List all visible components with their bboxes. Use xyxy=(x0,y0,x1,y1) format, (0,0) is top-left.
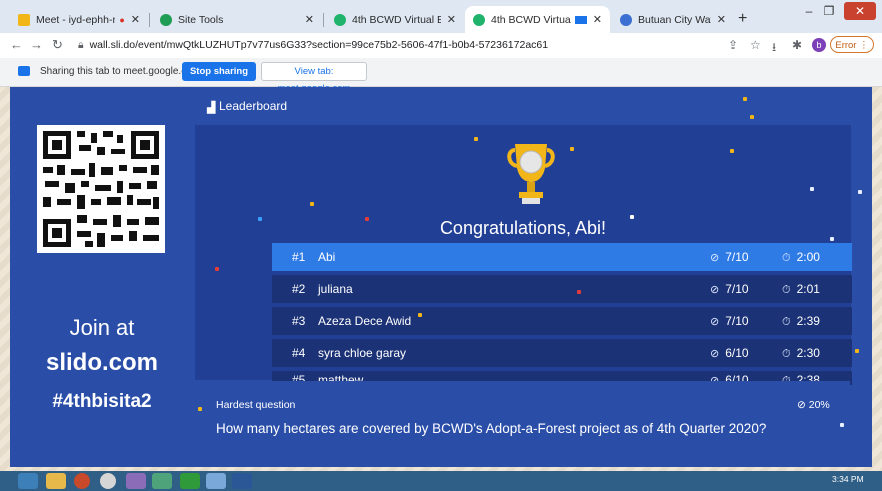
globe-icon xyxy=(620,13,632,26)
stopwatch-icon: ⏱︎ xyxy=(782,315,791,328)
confetti xyxy=(310,202,314,206)
error-button[interactable]: Error ⋮ xyxy=(830,36,874,53)
close-icon[interactable]: ✕ xyxy=(447,13,456,26)
confetti xyxy=(840,423,844,427)
app-icon[interactable] xyxy=(126,473,146,489)
recording-icon: ● xyxy=(119,14,125,25)
confetti xyxy=(570,147,574,151)
confetti xyxy=(858,190,862,194)
confetti xyxy=(198,407,202,411)
screen: Meet - iyd-ephh-ryz ● ✕ Site Tools ✕ 4th… xyxy=(0,0,882,491)
browser-tab-strip: Meet - iyd-ephh-ryz ● ✕ Site Tools ✕ 4th… xyxy=(0,0,882,33)
confetti xyxy=(743,97,747,101)
profile-avatar[interactable]: b xyxy=(812,38,826,52)
close-icon[interactable]: ✕ xyxy=(131,13,140,26)
dreamweaver-icon[interactable] xyxy=(180,473,200,489)
tab-site-tools[interactable]: Site Tools ✕ xyxy=(152,6,322,33)
tab-bisita-eskwela[interactable]: 4th BCWD Virtual Bisita Eskwela ✕ xyxy=(326,6,464,33)
tab-separator xyxy=(149,13,150,27)
restore-icon[interactable]: ❐ xyxy=(820,2,838,20)
word-icon[interactable] xyxy=(232,473,252,489)
leaderboard-icon: ▟ xyxy=(207,102,216,114)
tab-separator xyxy=(323,13,324,27)
download-icon[interactable]: ⭳ xyxy=(772,38,776,59)
sharing-indicator-icon xyxy=(574,15,587,24)
confetti xyxy=(215,267,219,271)
stop-sharing-button[interactable]: Stop sharing xyxy=(182,62,256,81)
share-icon[interactable]: ⇪ xyxy=(728,38,738,52)
slido-url: slido.com xyxy=(45,349,159,376)
trophy-icon xyxy=(505,142,557,215)
new-tab-icon[interactable]: + xyxy=(738,10,747,28)
close-icon[interactable]: ✕ xyxy=(593,13,602,26)
address-bar[interactable]: 🔒︎ wall.sli.do/event/mwQtkLUZHUTp7v77us6G… xyxy=(78,36,718,55)
stopwatch-icon: ⏱︎ xyxy=(782,347,791,360)
firefox-icon[interactable] xyxy=(74,473,90,489)
meet-icon xyxy=(18,13,30,26)
start-icon[interactable] xyxy=(18,473,38,489)
leaderboard-row: #1 Abi ⊘ 7/10 ⏱︎ 2:00 xyxy=(272,243,852,271)
close-icon[interactable]: ✕ xyxy=(717,13,726,26)
slido-stage: Join at slido.com #4thbisita2 ▟ Leaderbo… xyxy=(10,87,872,467)
chrome-icon[interactable] xyxy=(100,473,116,489)
extensions-icon[interactable]: ✱ xyxy=(792,38,802,52)
back-icon[interactable]: ← xyxy=(10,37,23,52)
hardest-question-label: Hardest question xyxy=(216,399,296,411)
join-at-label: Join at xyxy=(69,315,135,340)
tab-bisita-active[interactable]: 4th BCWD Virtual Bisita Esk ✕ xyxy=(465,6,610,33)
forward-icon[interactable]: → xyxy=(30,37,43,52)
slido-icon xyxy=(334,13,346,26)
check-circle-icon: ⊘ xyxy=(710,284,720,296)
sharing-message: Sharing this tab to meet.google.com xyxy=(40,66,201,77)
check-circle-icon: ⊘ xyxy=(710,348,720,360)
confetti xyxy=(730,149,734,153)
tab-bcwd-history[interactable]: Butuan City Water District: Hist ✕ xyxy=(612,6,734,33)
leaderboard-row: #4 syra chloe garay ⊘ 6/10 ⏱︎ 2:30 xyxy=(272,339,852,367)
file-explorer-icon[interactable] xyxy=(46,473,66,489)
confetti xyxy=(365,217,369,221)
confetti xyxy=(810,187,814,191)
confetti xyxy=(258,217,262,221)
taskbar: 3:34 PM xyxy=(0,471,882,491)
congratulations-heading: Congratulations, Abi! xyxy=(439,218,607,238)
slido-icon xyxy=(473,13,485,26)
confetti xyxy=(750,115,754,119)
star-icon[interactable]: ☆ xyxy=(750,38,761,52)
site-tools-icon xyxy=(160,13,172,26)
confetti xyxy=(577,290,581,294)
event-code: #4thbisita2 xyxy=(52,391,152,412)
confetti xyxy=(418,313,422,317)
qr-code xyxy=(37,125,165,253)
lock-icon: 🔒︎ xyxy=(78,39,84,51)
stopwatch-icon: ⏱︎ xyxy=(782,283,791,296)
media-icon[interactable] xyxy=(152,473,172,489)
screen-share-icon xyxy=(18,66,30,76)
reload-icon[interactable]: ↻ xyxy=(52,37,63,53)
confetti xyxy=(830,237,834,241)
confetti xyxy=(630,215,634,219)
sharing-bar: Sharing this tab to meet.google.com Stop… xyxy=(0,58,882,94)
stopwatch-icon: ⏱︎ xyxy=(782,251,791,264)
minimize-icon[interactable]: – xyxy=(800,2,818,20)
hardest-question-text: How many hectares are covered by BCWD's … xyxy=(216,421,767,436)
leaderboard-row: #3 Azeza Dece Awid ⊘ 7/10 ⏱︎ 2:39 xyxy=(272,307,852,335)
confetti xyxy=(855,349,859,353)
close-icon[interactable]: ✕ xyxy=(305,13,314,26)
leaderboard-title: Leaderboard xyxy=(219,99,288,113)
check-circle-icon: ⊘ xyxy=(797,399,806,411)
view-tab-button[interactable]: View tab: meet.google.com xyxy=(261,62,367,94)
window-close-icon[interactable]: ✕ xyxy=(844,2,876,20)
tab-meet[interactable]: Meet - iyd-ephh-ryz ● ✕ xyxy=(10,6,148,33)
check-circle-icon: ⊘ xyxy=(710,316,720,328)
notepad-icon[interactable] xyxy=(206,473,226,489)
leaderboard-row: #2 juliana ⊘ 7/10 ⏱︎ 2:01 xyxy=(272,275,852,303)
system-clock: 3:34 PM xyxy=(832,474,864,484)
check-circle-icon: ⊘ xyxy=(710,252,720,264)
hardest-question-percent: ⊘ 20% xyxy=(797,399,830,411)
address-row: ← → ↻ 🔒︎ wall.sli.do/event/mwQtkLUZHUTp7v… xyxy=(0,33,882,58)
confetti xyxy=(474,137,478,141)
